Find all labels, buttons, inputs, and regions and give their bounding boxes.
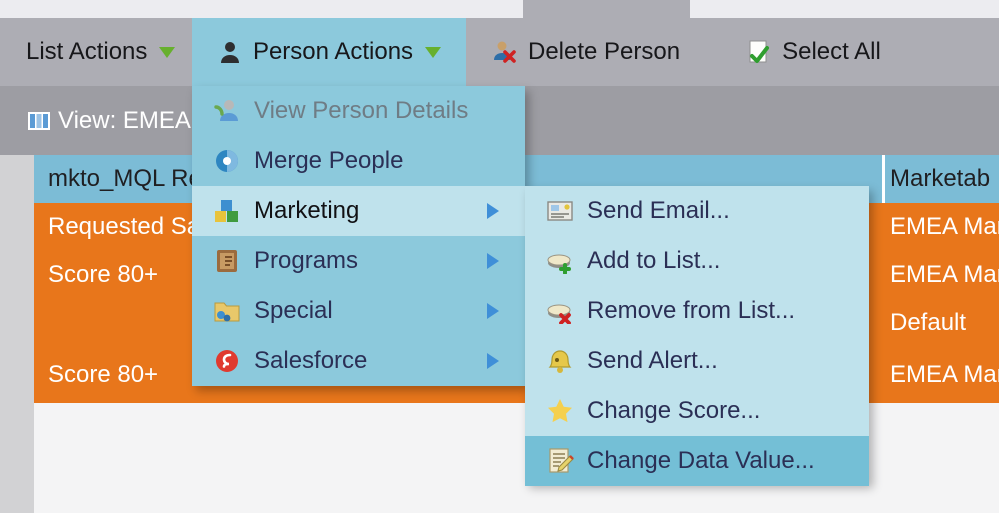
toolbar-list-actions-label: List Actions [26, 38, 148, 65]
chevron-right-icon [487, 203, 499, 219]
cell-status: EMEA Mar [890, 261, 999, 288]
salesforce-cloud-icon [212, 346, 242, 376]
menu-item-marketing[interactable]: Marketing [192, 186, 525, 236]
person-actions-menu: View Person Details Merge People Marketi… [192, 86, 525, 386]
person-icon [217, 39, 243, 65]
menu-item-salesforce[interactable]: Salesforce [192, 336, 525, 386]
view-bar-content[interactable]: View: EMEA M [0, 107, 216, 135]
cell-status: EMEA Mar [890, 361, 999, 388]
toolbar-person-actions-label: Person Actions [252, 38, 414, 65]
menu-label: Programs [254, 247, 359, 274]
menu-label: Send Email... [587, 197, 730, 224]
tab-strip [0, 0, 999, 18]
menu-item-special[interactable]: Special [192, 286, 525, 336]
person-view-icon [212, 96, 242, 126]
email-card-icon [545, 196, 575, 226]
menu-label: Send Alert... [587, 347, 718, 374]
menu-item-change-score[interactable]: Change Score... [525, 386, 869, 436]
menu-item-programs[interactable]: Programs [192, 236, 525, 286]
list-add-icon [545, 246, 575, 276]
menu-label: Remove from List... [587, 297, 796, 324]
menu-item-send-email[interactable]: Send Email... [525, 186, 869, 236]
toolbar-delete-person-label: Delete Person [528, 38, 681, 65]
toolbar-button-select-all[interactable]: Select All [702, 18, 903, 86]
menu-item-send-alert[interactable]: Send Alert... [525, 336, 869, 386]
cell-status: Default [890, 309, 967, 336]
programs-icon [212, 246, 242, 276]
chevron-down-icon [425, 46, 442, 58]
menu-item-change-data-value[interactable]: Change Data Value... [525, 436, 869, 486]
menu-label: Add to List... [587, 247, 721, 274]
toolbar-button-delete-person[interactable]: Delete Person [466, 18, 702, 86]
menu-item-view-person-details[interactable]: View Person Details [192, 86, 525, 136]
cell-status: Marketab [890, 165, 991, 192]
marketing-submenu: Send Email... Add to List... Remove from… [525, 186, 869, 486]
edit-document-icon [545, 446, 575, 476]
menu-label: Salesforce [254, 347, 368, 374]
menu-label: Merge People [254, 147, 404, 174]
menu-label: Special [254, 297, 333, 324]
marketing-blocks-icon [212, 196, 242, 226]
menu-item-merge-people[interactable]: Merge People [192, 136, 525, 186]
menu-item-add-to-list[interactable]: Add to List... [525, 236, 869, 286]
cell-status: EMEA Mar [890, 213, 999, 240]
toolbar-button-person-actions[interactable]: Person Actions [192, 18, 466, 86]
special-folder-icon [212, 296, 242, 326]
actions-toolbar: List Actions Person Actions Delete Perso… [0, 18, 999, 86]
toolbar-select-all-label: Select All [782, 38, 881, 65]
star-icon [545, 396, 575, 426]
checked-document-icon [746, 39, 772, 65]
menu-label: View Person Details [254, 97, 469, 124]
alert-bell-icon [545, 346, 575, 376]
column-separator [882, 155, 885, 203]
menu-label: Marketing [254, 197, 360, 224]
list-remove-icon [545, 296, 575, 326]
person-delete-icon [492, 39, 518, 65]
application-window: List Actions Person Actions Delete Perso… [0, 0, 999, 513]
menu-label: Change Score... [587, 397, 761, 424]
menu-item-remove-from-list[interactable]: Remove from List... [525, 286, 869, 336]
toolbar-button-list-actions[interactable]: List Actions [0, 18, 192, 86]
grid-row-gutter [0, 155, 34, 513]
chevron-right-icon [487, 353, 499, 369]
chevron-down-icon [159, 46, 176, 58]
chevron-right-icon [487, 303, 499, 319]
merge-people-icon [212, 146, 242, 176]
menu-label: Change Data Value... [587, 447, 815, 474]
tab-active[interactable] [523, 0, 690, 18]
grid-columns-icon [26, 109, 52, 133]
chevron-right-icon [487, 253, 499, 269]
